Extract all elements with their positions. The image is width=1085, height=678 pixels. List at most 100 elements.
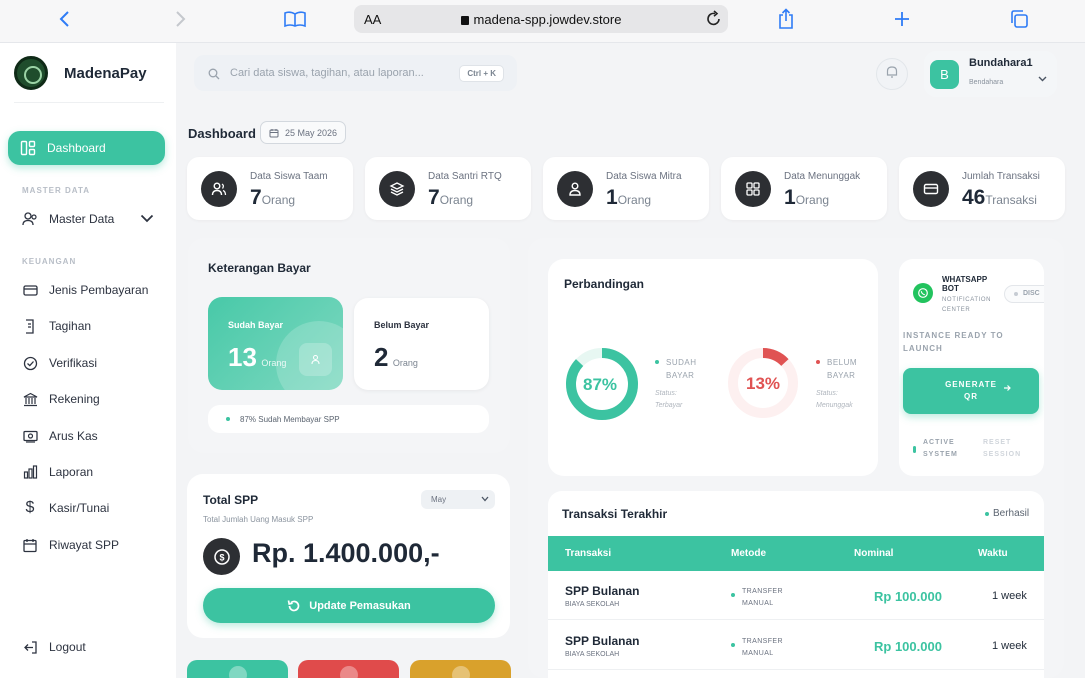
document-icon	[339, 666, 358, 678]
stat-unit: Transaksi	[985, 193, 1037, 207]
quick-document-button[interactable]	[298, 660, 399, 678]
divider	[14, 102, 164, 103]
status-dot	[985, 512, 989, 516]
column-header: Waktu	[978, 548, 1008, 559]
brand[interactable]: MadenaPay	[14, 56, 147, 90]
bar-chart-icon	[22, 464, 38, 480]
sidebar-item-kasir-tunai[interactable]: $ Kasir/Tunai	[22, 499, 162, 516]
stat-number: 7	[250, 186, 262, 209]
bill-icon	[22, 318, 38, 334]
sidebar-item-dashboard[interactable]: Dashboard	[8, 131, 165, 165]
stat-value: 7Orang	[250, 186, 295, 210]
reset-session-button[interactable]: RESET SESSION	[983, 437, 1027, 461]
sidebar-item-jenis-pembayaran[interactable]: Jenis Pembayaran	[22, 282, 162, 298]
sidebar-item-label: Kasir/Tunai	[49, 501, 110, 515]
sidebar-item-tagihan[interactable]: Tagihan	[22, 318, 162, 334]
paid-legend: SUDAH BAYAR	[655, 356, 697, 382]
stat-value: 1Orang	[784, 186, 829, 210]
sidebar-item-rekening[interactable]: Rekening	[22, 391, 162, 407]
forward-icon[interactable]	[167, 8, 193, 30]
total-spp-title: Total SPP	[203, 493, 259, 507]
active-system-tab[interactable]: ACTIVE SYSTEM	[913, 437, 967, 461]
edit-icon	[451, 666, 470, 678]
sidebar-item-riwayat-spp[interactable]: Riwayat SPP	[22, 537, 162, 553]
user-role: Bendahara	[969, 79, 1004, 86]
new-tab-icon[interactable]	[889, 8, 915, 30]
user-icon	[557, 171, 593, 207]
users-icon	[201, 171, 237, 207]
table-row[interactable]: SPP Bulanan BIAYA SEKOLAH TRANSFER MANUA…	[548, 621, 1044, 670]
legend-dot	[816, 360, 820, 364]
svg-text:$: $	[219, 552, 224, 562]
logout-icon	[22, 639, 38, 655]
paid-value: 13 Orang	[228, 342, 286, 373]
back-icon[interactable]	[52, 8, 78, 30]
unpaid-legend-line-1: BELUM	[827, 358, 858, 367]
column-header: Nominal	[854, 548, 894, 559]
stat-card-menunggak[interactable]: Data Menunggak 1Orang	[721, 157, 887, 220]
stat-label: Data Santri RTQ	[428, 171, 502, 182]
share-icon[interactable]	[773, 8, 799, 30]
url-text: madena-spp.jowdev.store	[354, 12, 728, 27]
sidebar-item-label: Jenis Pembayaran	[49, 283, 149, 297]
status-text: Berhasil	[993, 508, 1030, 519]
paid-unit: Orang	[261, 358, 287, 368]
legend-dot	[655, 360, 659, 364]
money-icon: $	[203, 538, 240, 575]
transaction-time: 1 week	[992, 590, 1027, 602]
generate-qr-button[interactable]: GENERATE QR	[903, 368, 1039, 414]
lock-icon	[460, 15, 469, 25]
stat-card-jumlah-transaksi[interactable]: Jumlah Transaksi 46Transaksi	[899, 157, 1065, 220]
date-text: 25 May 2026	[285, 127, 338, 138]
quick-add-button[interactable]	[187, 660, 288, 678]
disconnect-button[interactable]: DISC	[1004, 285, 1044, 303]
dashboard-icon	[20, 140, 36, 156]
stat-card-siswa-mitra[interactable]: Data Siswa Mitra 1Orang	[543, 157, 709, 220]
stat-label: Data Menunggak	[784, 171, 861, 182]
address-bar[interactable]: AA madena-spp.jowdev.store	[354, 5, 728, 33]
paid-number: 13	[228, 342, 257, 372]
sidebar-item-laporan[interactable]: Laporan	[22, 464, 162, 480]
transaksi-title: Transaksi Terakhir	[562, 507, 668, 521]
bookmarks-icon[interactable]	[282, 8, 308, 30]
unpaid-label: Belum Bayar	[374, 320, 430, 330]
arrow-right-icon	[1003, 384, 1011, 396]
search-input[interactable]: Cari data siswa, tagihan, atau laporan..…	[194, 55, 517, 91]
whatsapp-bot-panel: WHATSAPP BOT NOTIFICATION CENTER DISC IN…	[899, 259, 1044, 476]
update-pemasukan-button[interactable]: Update Pemasukan	[203, 588, 495, 623]
sidebar-item-arus-kas[interactable]: Arus Kas	[22, 428, 162, 444]
notification-button[interactable]	[876, 58, 908, 90]
stat-card-santri-rtq[interactable]: Data Santri RTQ 7Orang	[365, 157, 531, 220]
stat-value: 1Orang	[606, 186, 651, 210]
total-spp-subtitle: Total Jumlah Uang Masuk SPP	[203, 515, 314, 524]
stat-label: Data Siswa Mitra	[606, 171, 682, 182]
paid-status-line-2: Terbayar	[655, 402, 683, 409]
url-value: madena-spp.jowdev.store	[473, 11, 622, 27]
transaction-name: SPP Bulanan	[565, 584, 640, 598]
sidebar-item-verifikasi[interactable]: Verifikasi	[22, 355, 162, 371]
reload-icon[interactable]	[706, 10, 722, 32]
tabs-icon[interactable]	[1006, 8, 1032, 30]
stat-card-siswa-taam[interactable]: Data Siswa Taam 7Orang	[187, 157, 353, 220]
calendar-icon	[269, 128, 279, 138]
browser-toolbar: AA madena-spp.jowdev.store	[0, 0, 1085, 43]
paid-legend-line-2: BAYAR	[666, 371, 695, 380]
unpaid-legend: BELUM BAYAR	[816, 356, 858, 382]
stat-number: 46	[962, 186, 986, 209]
unpaid-card[interactable]: Belum Bayar 2 Orang	[354, 298, 489, 390]
paid-card[interactable]: Sudah Bayar 13 Orang	[208, 297, 343, 390]
sidebar-item-master-data[interactable]: Master Data	[22, 211, 162, 227]
quick-edit-button[interactable]	[410, 660, 511, 678]
sidebar-item-label: Tagihan	[49, 319, 92, 333]
paid-percent-label: 87%	[583, 375, 618, 394]
logout-button[interactable]: Logout	[22, 639, 162, 655]
table-row[interactable]: SPP Bulanan BIAYA SEKOLAH TRANSFER MANUA…	[548, 571, 1044, 620]
grid-icon	[735, 171, 771, 207]
transaction-amount: Rp 100.000	[874, 589, 942, 604]
transaction-name: SPP Bulanan	[565, 634, 640, 648]
date-badge: 25 May 2026	[260, 121, 347, 144]
user-menu[interactable]: B Bundahara1 Bendahara	[924, 51, 1057, 97]
stat-unit: Orang	[617, 193, 652, 207]
month-select[interactable]: May	[421, 490, 495, 509]
chevron-down-icon[interactable]	[140, 212, 154, 226]
